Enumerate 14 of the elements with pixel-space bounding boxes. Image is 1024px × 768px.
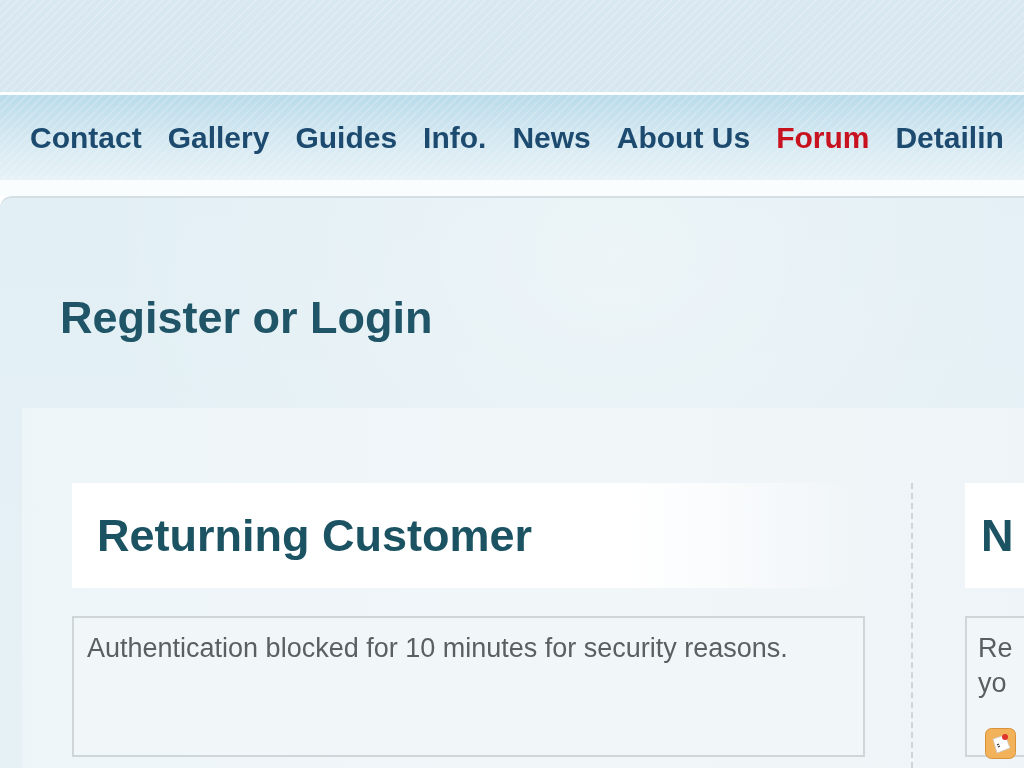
nav-link[interactable]: Forum: [776, 120, 870, 155]
nav-link[interactable]: Info.: [423, 120, 487, 155]
message-text: Authentication blocked for 10 minutes for security reasons.: [87, 632, 788, 665]
nav-link[interactable]: Detailin: [895, 120, 1004, 155]
section-heading: N: [981, 509, 1014, 562]
message-text: Re yo: [978, 632, 1013, 700]
nav-link[interactable]: Gallery: [167, 120, 270, 155]
pinned-note-icon[interactable]: [985, 728, 1016, 759]
section-heading: Returning Customer: [97, 509, 532, 562]
nav-link[interactable]: Guides: [295, 120, 398, 155]
nav-link[interactable]: Contact: [30, 120, 142, 155]
page-title: Register or Login: [59, 291, 434, 345]
nav-link[interactable]: About Us: [616, 120, 751, 155]
nav-link[interactable]: News: [512, 120, 591, 155]
